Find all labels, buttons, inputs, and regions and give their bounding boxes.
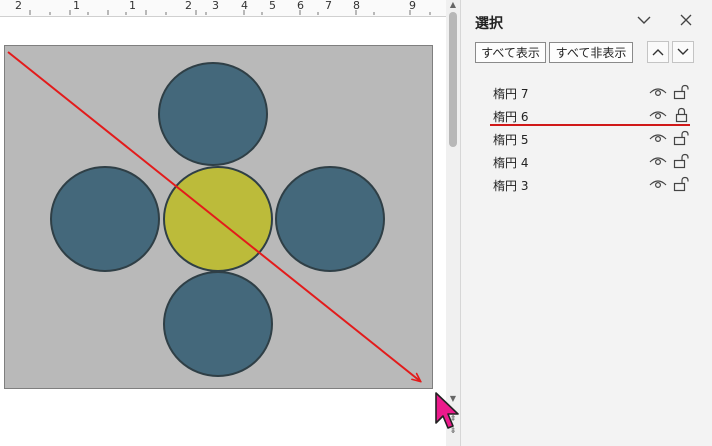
list-item-ellipse-6[interactable]: 楕円 6 [491, 106, 701, 126]
ellipse-3[interactable] [163, 271, 273, 377]
list-item-ellipse-3[interactable]: 楕円 3 [491, 175, 701, 195]
scroll-thumb[interactable] [449, 12, 457, 147]
unlocked-icon[interactable] [673, 84, 689, 103]
bring-forward-button[interactable] [647, 41, 669, 63]
eye-icon[interactable] [649, 85, 667, 102]
pane-options-chevron-icon[interactable] [633, 9, 655, 31]
ellipse-5[interactable] [50, 166, 160, 272]
ruler-label: 3 [212, 0, 219, 12]
unlocked-icon[interactable] [673, 176, 689, 195]
ruler-label: 1 [129, 0, 136, 12]
ruler-label: 5 [269, 0, 276, 12]
eye-icon[interactable] [649, 131, 667, 148]
ruler-label: 2 [185, 0, 192, 12]
vertical-scrollbar[interactable]: ▲ ▼ ⇞ ⇟ [446, 0, 460, 446]
annotation-underline [490, 124, 690, 126]
ruler-label: 1 [73, 0, 80, 12]
list-item-ellipse-5[interactable]: 楕円 5 [491, 129, 701, 149]
item-label: 楕円 5 [493, 133, 529, 147]
item-label: 楕円 7 [493, 87, 529, 101]
pane-title: 選択 [475, 16, 503, 32]
unlocked-icon[interactable] [673, 153, 689, 172]
show-all-button[interactable]: すべて表示 [475, 42, 546, 63]
ruler-ticks [29, 10, 431, 15]
eye-icon[interactable] [649, 108, 667, 125]
ellipse-4[interactable] [275, 166, 385, 272]
unlocked-icon[interactable] [673, 130, 689, 149]
chevron-up-icon [652, 49, 664, 56]
eye-icon[interactable] [649, 177, 667, 194]
slide-canvas-area [0, 17, 446, 446]
list-item-ellipse-7[interactable]: 楕円 7 [491, 83, 701, 103]
scroll-up-icon[interactable]: ▲ [448, 0, 458, 10]
item-label: 楕円 4 [493, 156, 529, 170]
ellipse-7[interactable] [158, 62, 268, 166]
send-backward-button[interactable] [672, 41, 694, 63]
item-label: 楕円 6 [493, 110, 529, 124]
eye-icon[interactable] [649, 154, 667, 171]
ruler-label: 6 [297, 0, 304, 12]
ruler-label: 8 [353, 0, 360, 12]
list-item-ellipse-4[interactable]: 楕円 4 [491, 152, 701, 172]
mouse-pointer-icon [435, 392, 459, 429]
selection-pane: 選択 すべて表示 すべて非表示 楕円 7 楕円 6 楕円 5 楕円 4 楕円 3 [461, 0, 712, 446]
item-label: 楕円 3 [493, 179, 529, 193]
ruler-label: 9 [409, 0, 416, 12]
ruler-label: 4 [241, 0, 248, 12]
ruler-label: 2 [15, 0, 22, 12]
ruler-label: 7 [325, 0, 332, 12]
horizontal-ruler: 2 1 1 2 3 4 5 6 7 8 9 [0, 0, 446, 17]
hide-all-button[interactable]: すべて非表示 [549, 42, 633, 63]
close-icon[interactable] [675, 9, 697, 31]
slide-editor: 2 1 1 2 3 4 5 6 7 8 9 [0, 0, 446, 446]
chevron-down-icon [677, 48, 689, 55]
